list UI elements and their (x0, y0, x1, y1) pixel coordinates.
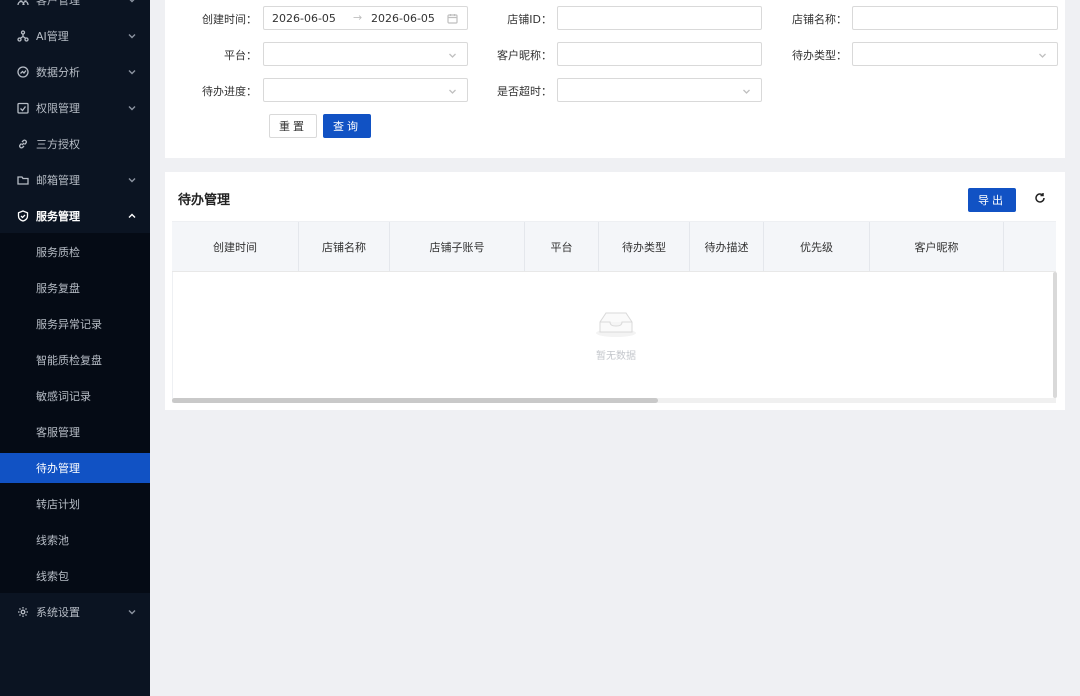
created-time-label: 创建时间： (202, 13, 257, 26)
submenu-item-label: 客服管理 (36, 426, 80, 439)
platform-label: 平台： (224, 49, 257, 62)
submenu-item-todo-management[interactable]: 待办管理 (0, 453, 150, 483)
chevron-down-icon (1038, 50, 1047, 59)
chevron-down-icon (448, 86, 457, 95)
chevron-down-icon (127, 103, 137, 113)
chevron-down-icon (448, 50, 457, 59)
chevron-down-icon (127, 0, 137, 5)
reset-button[interactable]: 重置 (269, 114, 317, 138)
todo-type-select[interactable] (852, 42, 1058, 66)
created-time-range-picker[interactable]: 2026-06-05 → 2026-06-05 (263, 6, 468, 30)
customer-nickname-label: 客户昵称： (497, 49, 552, 62)
sidebar-item-label: 客户管理 (36, 0, 80, 7)
empty-state-text: 暂无数据 (596, 351, 636, 362)
folder-icon (16, 173, 30, 187)
shop-name-label: 店铺名称： (792, 13, 847, 26)
service-submenu: 服务质检 服务复盘 服务异常记录 智能质检复盘 敏感词记录 客服管理 待办管理 … (0, 233, 150, 593)
submenu-item-label: 待办管理 (36, 462, 80, 475)
submenu-item-label: 敏感词记录 (36, 390, 91, 403)
sidebar-item-permission[interactable]: 权限管理 (0, 90, 150, 126)
chevron-down-icon (127, 67, 137, 77)
chevron-down-icon (127, 175, 137, 185)
chevron-down-icon (127, 31, 137, 41)
table-panel: 待办管理 导出 创建时间 店铺名称 店铺子账号 平台 待办类型 待办描述 优先级… (165, 172, 1065, 410)
gear-icon (16, 605, 30, 619)
sidebar-item-customer[interactable]: 客户管理 (0, 0, 150, 18)
sidebar-item-label: 三方授权 (36, 138, 80, 151)
column-header-todo-type[interactable]: 待办类型 (599, 222, 690, 271)
column-header-priority[interactable]: 优先级 (764, 222, 870, 271)
column-header-shop-name[interactable]: 店铺名称 (299, 222, 390, 271)
todo-progress-select[interactable] (263, 78, 468, 102)
start-date[interactable]: 2026-06-05 (272, 12, 336, 25)
sidebar-item-third-party[interactable]: 三方授权 (0, 126, 150, 162)
submenu-item-label: 智能质检复盘 (36, 354, 102, 367)
platform-select[interactable] (263, 42, 468, 66)
table-body: 暂无数据 (172, 272, 1056, 398)
link-icon (16, 137, 30, 151)
sidebar-item-label: 权限管理 (36, 102, 80, 115)
submenu-item-smart-review[interactable]: 智能质检复盘 (0, 345, 150, 375)
submenu-item-label: 服务异常记录 (36, 318, 102, 331)
column-header-created-time[interactable]: 创建时间 (172, 222, 299, 271)
vertical-scrollbar[interactable] (1053, 272, 1057, 398)
calendar-icon (447, 13, 458, 24)
submenu-item-lead-pool[interactable]: 线索池 (0, 525, 150, 555)
chevron-down-icon (127, 607, 137, 617)
submenu-item-agent-management[interactable]: 客服管理 (0, 417, 150, 447)
users-icon (16, 0, 30, 7)
sidebar-item-mailbox[interactable]: 邮箱管理 (0, 162, 150, 198)
is-overdue-label: 是否超时： (497, 85, 552, 98)
submenu-item-label: 服务质检 (36, 246, 80, 259)
empty-box-icon (596, 312, 636, 337)
export-button[interactable]: 导出 (968, 188, 1016, 212)
sidebar-item-label: 邮箱管理 (36, 174, 80, 187)
chevron-down-icon (742, 86, 751, 95)
sidebar-item-ai[interactable]: AI管理 (0, 18, 150, 54)
sidebar-item-label: 服务管理 (36, 210, 80, 223)
submenu-item-lead-package[interactable]: 线索包 (0, 561, 150, 591)
date-separator: → (353, 11, 363, 24)
sidebar-item-service[interactable]: 服务管理 (0, 198, 150, 234)
table-header: 创建时间 店铺名称 店铺子账号 平台 待办类型 待办描述 优先级 客户昵称 (172, 221, 1056, 272)
submenu-item-quality-check[interactable]: 服务质检 (0, 237, 150, 267)
customer-nickname-input[interactable] (557, 42, 762, 66)
sidebar-item-label: 系统设置 (36, 606, 80, 619)
submenu-item-label: 线索池 (36, 534, 69, 547)
sidebar-item-analytics[interactable]: 数据分析 (0, 54, 150, 90)
submenu-item-label: 服务复盘 (36, 282, 80, 295)
sidebar-item-system-settings[interactable]: 系统设置 (0, 594, 150, 630)
refresh-icon[interactable] (1033, 191, 1047, 205)
column-header-shop-subaccount[interactable]: 店铺子账号 (390, 222, 525, 271)
table-title: 待办管理 (178, 193, 231, 208)
query-button[interactable]: 查询 (323, 114, 371, 138)
ai-icon (16, 29, 30, 43)
sidebar-item-label: AI管理 (36, 30, 69, 43)
column-header-platform[interactable]: 平台 (525, 222, 599, 271)
todo-type-label: 待办类型： (792, 49, 847, 62)
chevron-up-icon (127, 211, 137, 221)
permission-icon (16, 101, 30, 115)
submenu-item-label: 线索包 (36, 570, 69, 583)
todo-progress-label: 待办进度： (202, 85, 257, 98)
is-overdue-select[interactable] (557, 78, 762, 102)
submenu-item-exception-log[interactable]: 服务异常记录 (0, 309, 150, 339)
analytics-icon (16, 65, 30, 79)
shield-icon (16, 209, 30, 223)
horizontal-scrollbar-thumb[interactable] (172, 398, 658, 403)
submenu-item-sensitive-words[interactable]: 敏感词记录 (0, 381, 150, 411)
submenu-item-label: 转店计划 (36, 498, 80, 511)
shop-name-input[interactable] (852, 6, 1058, 30)
column-header-customer-nickname[interactable]: 客户昵称 (870, 222, 1004, 271)
shop-id-input[interactable] (557, 6, 762, 30)
submenu-item-transfer-plan[interactable]: 转店计划 (0, 489, 150, 519)
end-date[interactable]: 2026-06-05 (371, 12, 435, 25)
shop-id-label: 店铺ID： (507, 13, 552, 26)
column-header-todo-description[interactable]: 待办描述 (690, 222, 764, 271)
sidebar-item-label: 数据分析 (36, 66, 80, 79)
sidebar: 客户管理 AI管理 数据分析 权限管理 三方授权 邮箱管理 服务管理 服务质检 (0, 0, 150, 696)
submenu-item-review[interactable]: 服务复盘 (0, 273, 150, 303)
